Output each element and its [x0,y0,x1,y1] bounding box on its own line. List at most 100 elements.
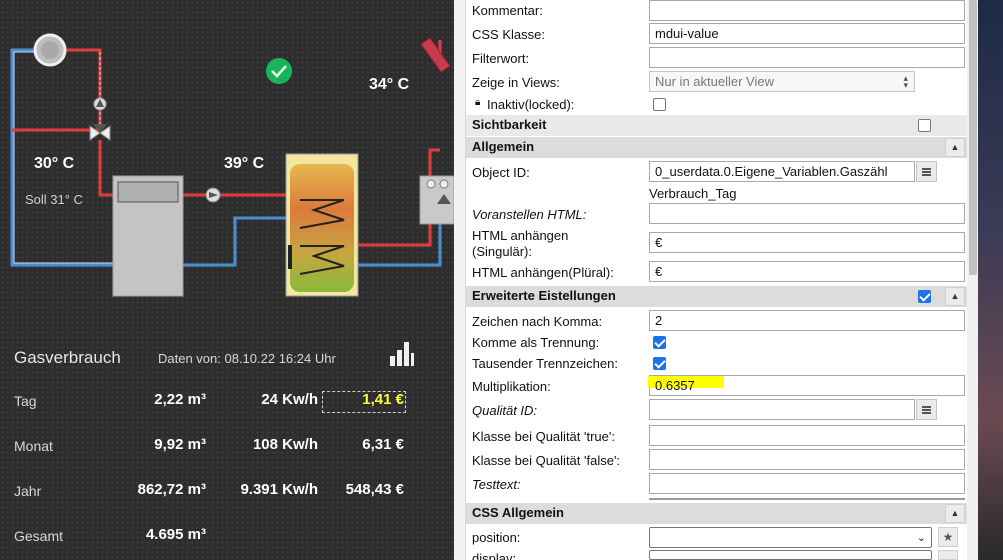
views-select-value: Nur in aktueller View [655,74,774,89]
display-select[interactable] [649,550,932,560]
anhaengen-sing-label-1: HTML anhängen [472,228,569,243]
testtext-input[interactable] [649,473,965,494]
gas-row-label: Monat [14,438,53,454]
views-select[interactable]: Nur in aktueller View ▴ ▾ [649,71,915,92]
chevron-up-icon[interactable]: ▲ [945,138,965,157]
bar-chart-icon[interactable] [388,342,414,366]
scrollbar-thumb[interactable] [969,0,977,275]
display-label: display: [472,551,517,560]
hot-water-tank [285,153,359,297]
testtext-label: Testtext: [472,477,521,492]
section-title: CSS Allgemein [472,505,564,520]
qualitaet-id-input[interactable] [649,399,915,420]
tausender-label: Tausender Trennzeichen: [472,356,618,371]
section-title: Erweiterte Eistellungen [472,288,616,303]
kommentar-input[interactable] [649,0,965,21]
setpoint-label: Soll 31° C [25,192,83,207]
circulation-pump-icon [205,187,221,203]
select-arrows-icon: ▴ ▾ [903,73,908,90]
position-select[interactable]: ⌄ [649,527,932,548]
multiplikation-value: 0.6357 [655,378,695,393]
check-circle-icon [266,58,292,84]
qualitaet-id-label: Qualität ID: [472,403,538,418]
gas-row-label: Jahr [14,483,42,499]
gas-row-label: Tag [14,393,37,409]
anhaengen-singular-input[interactable]: € [649,232,965,253]
klasse-false-label: Klasse bei Qualität 'false': [472,453,621,468]
boiler-icon [33,33,67,67]
solar-collector-icon [420,37,451,73]
section-allgemein[interactable]: Allgemein ▲ [466,137,968,158]
gas-data-timestamp: Daten von: 08.10.22 16:24 Uhr [158,351,336,366]
komma-label: Zeichen nach Komma: [472,314,603,329]
inaktiv-label: Inaktiv(locked): [487,97,575,112]
css-klasse-input[interactable]: mdui-value [649,23,965,44]
buffer-tank [112,175,184,297]
komma-trennung-label: Komme als Trennung: [472,335,600,350]
object-id-label: Object ID: [472,165,530,180]
section-title: Allgemein [472,139,535,154]
gas-row-label: Gesamt [14,528,64,544]
komma-trennung-checkbox[interactable] [653,336,666,349]
multiplikation-label: Multiplikation: [472,379,551,394]
gas-row-kwh: 24 Kw/h [261,391,318,408]
property-inspector: Kommentar: CSS Klasse: mdui-value Filter… [465,0,968,560]
chevron-up-icon[interactable]: ▲ [945,287,965,306]
gas-row-gesamt: Gesamt 4.695 m³ [0,525,454,547]
gas-panel-title: Gasverbrauch [14,348,121,367]
list-picker-icon[interactable] [916,161,937,182]
position-label: position: [472,530,521,545]
klasse-true-input[interactable] [649,425,965,446]
filterwort-input[interactable] [649,47,965,68]
erweiterte-checkbox[interactable] [918,290,931,303]
views-label: Zeige in Views: [472,75,560,90]
voranstellen-input[interactable] [649,203,965,224]
star-icon[interactable] [938,550,958,560]
gas-consumption-panel: Gasverbrauch Daten von: 08.10.22 16:24 U… [0,330,454,560]
selected-widget-outline[interactable] [322,391,406,413]
panel-divider [454,0,465,560]
gas-row-eur: 6,31 € [362,436,404,453]
valve-icon [89,124,111,141]
chevron-up-icon[interactable]: ▲ [945,504,965,523]
temperature-flow: 30° C [34,155,75,172]
list-picker-icon[interactable] [916,399,937,420]
gas-row-eur: 548,43 € [345,481,404,498]
gas-row-monat: Monat 9,92 m³ 108 Kw/h 6,31 € [0,435,454,457]
kommentar-label: Kommentar: [472,3,543,18]
section-css-allgemein[interactable]: CSS Allgemein ▲ [466,503,968,524]
object-id-input[interactable]: 0_userdata.0.Eigene_Variablen.Gaszähl [649,161,915,182]
object-id-hint: Verbrauch_Tag [649,186,737,201]
anhaengen-sing-label-2: (Singulär): [472,244,532,259]
gas-row-m3: 862,72 m³ [137,481,206,498]
klasse-true-label: Klasse bei Qualität 'true': [472,429,615,444]
anhaengen-plur-label: HTML anhängen(Plüral): [472,265,614,280]
voranstellen-label: Voranstellen HTML: [472,207,587,222]
pump-icon [93,97,107,111]
divider [649,498,965,500]
gas-row-m3: 2,22 m³ [154,391,206,408]
visualization-canvas: 34° C 30° C Soll 31° C 39° C Gasverbrauc… [0,0,454,560]
komma-input[interactable]: 2 [649,310,965,331]
lock-icon: 🔒︎ [475,97,481,108]
klasse-false-input[interactable] [649,449,965,470]
solar-station [419,175,454,225]
anhaengen-plural-input[interactable]: € [649,261,965,282]
sichtbarkeit-checkbox[interactable] [918,119,931,132]
chevron-down-icon: ⌄ [916,532,926,544]
gas-row-jahr: Jahr 862,72 m³ 9.391 Kw/h 548,43 € [0,480,454,502]
temperature-boiler: 34° C [369,76,410,93]
section-erweiterte[interactable]: Erweiterte Eistellungen ▲ [466,286,968,307]
section-sichtbarkeit[interactable]: Sichtbarkeit [466,115,968,136]
filterwort-label: Filterwort: [472,51,530,66]
gas-row-kwh: 108 Kw/h [252,436,318,453]
css-klasse-label: CSS Klasse: [472,27,545,42]
desktop-background [978,0,1003,560]
inaktiv-checkbox[interactable] [653,98,666,111]
gas-row-kwh: 9.391 Kw/h [240,481,318,498]
star-icon[interactable]: ★ [938,527,958,547]
gas-row-m3: 9,92 m³ [154,436,206,453]
temperature-tank: 39° C [224,155,265,172]
tausender-checkbox[interactable] [653,357,666,370]
section-title: Sichtbarkeit [472,117,547,132]
